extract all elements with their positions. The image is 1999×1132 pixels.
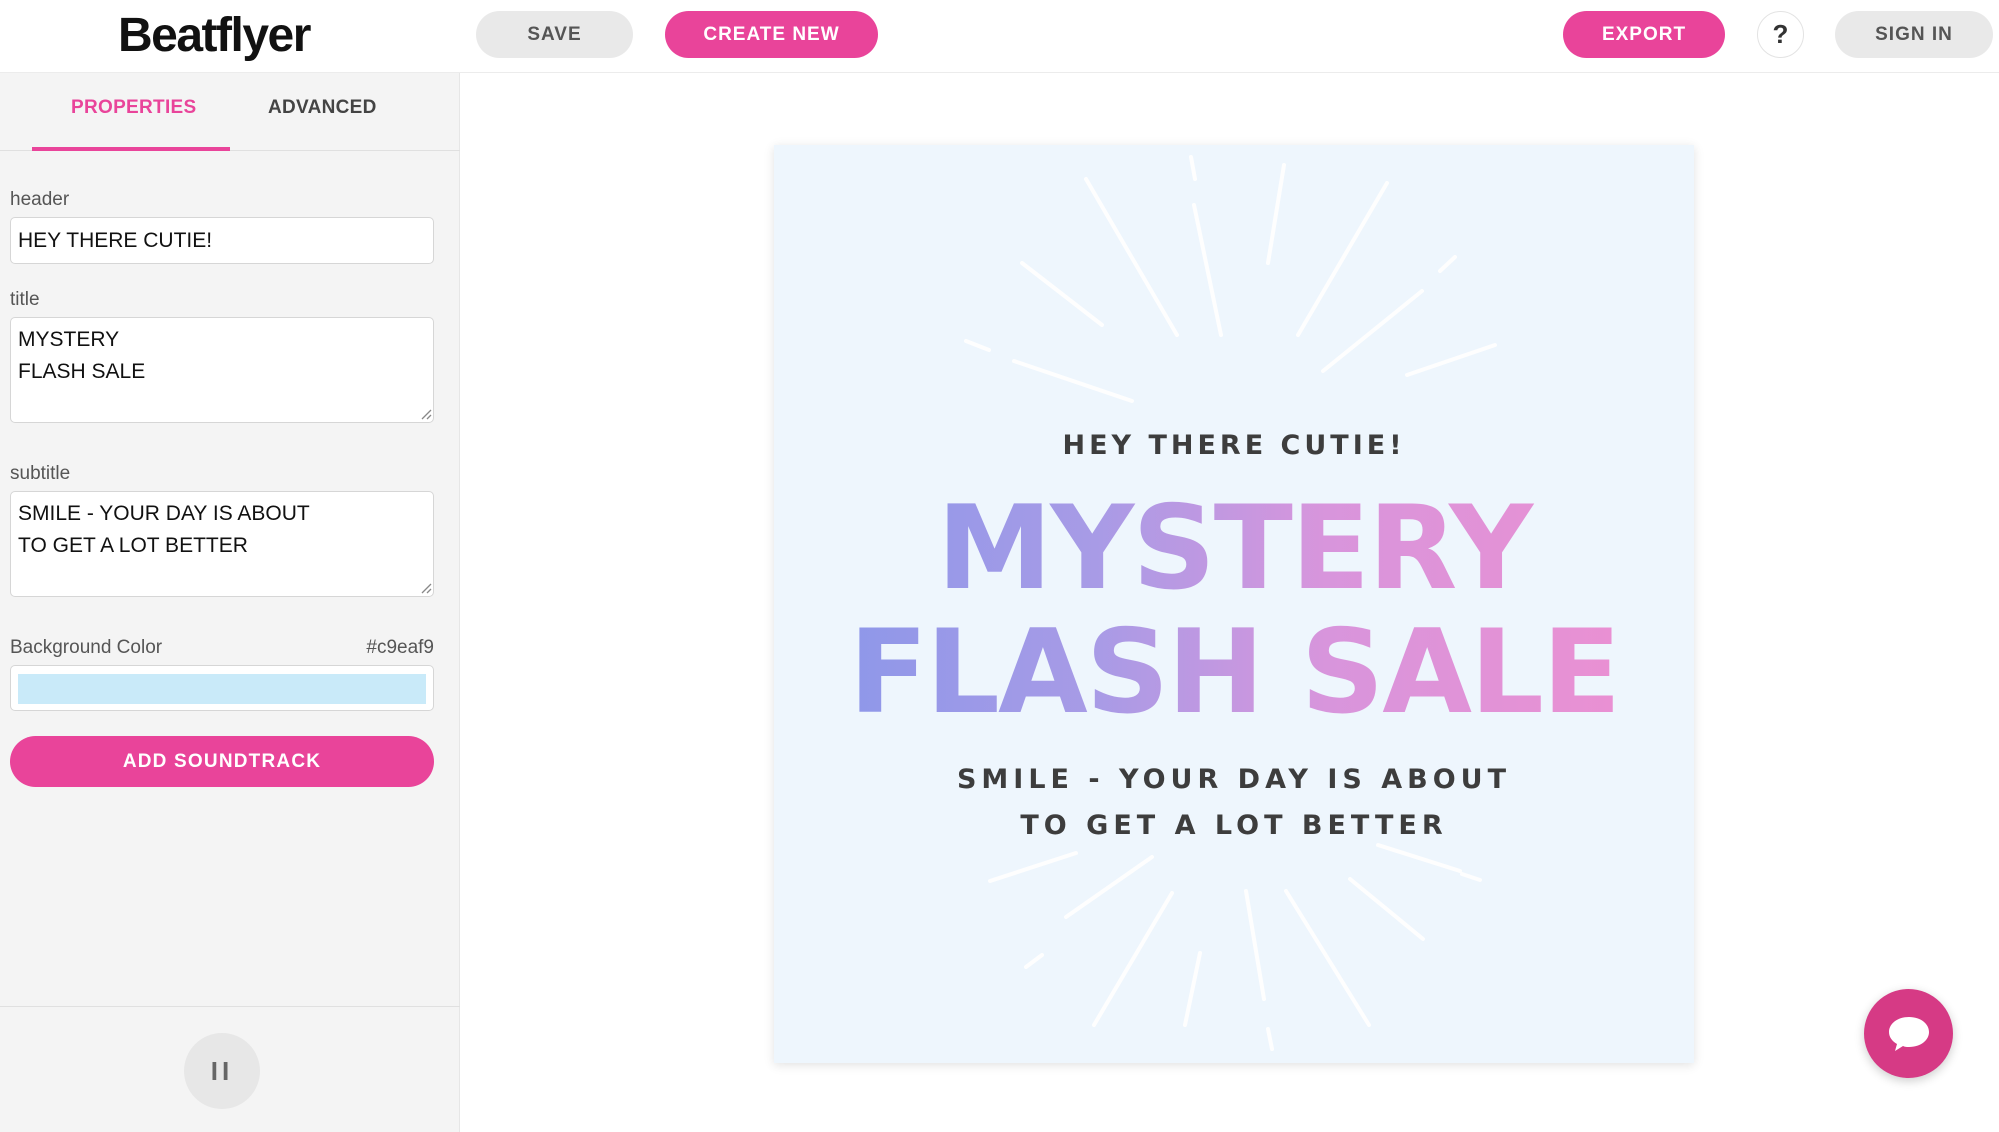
app-logo[interactable]: Beatflyer xyxy=(118,8,311,63)
sidebar-tabs: PROPERTIES ADVANCED xyxy=(0,73,460,151)
title-label: title xyxy=(10,289,40,310)
subtitle-textarea[interactable] xyxy=(10,491,434,597)
color-swatch xyxy=(18,674,426,704)
save-button[interactable]: SAVE xyxy=(476,11,633,58)
help-icon: ? xyxy=(1772,19,1789,49)
add-soundtrack-button[interactable]: ADD SOUNDTRACK xyxy=(10,736,434,787)
flyer-canvas[interactable]: HEY THERE CUTIE! MYSTERY FLASH SALE SMIL… xyxy=(774,145,1694,1063)
sidebar-divider xyxy=(0,1006,460,1007)
top-bar: Beatflyer SAVE CREATE NEW EXPORT ? SIGN … xyxy=(0,0,1999,73)
pause-icon: II xyxy=(210,1055,234,1086)
background-color-picker[interactable] xyxy=(10,665,434,711)
export-button[interactable]: EXPORT xyxy=(1563,11,1725,58)
flyer-header-text: HEY THERE CUTIE! xyxy=(1062,430,1406,461)
background-color-label: Background Color xyxy=(10,637,163,658)
flyer-title-text: MYSTERY FLASH SALE xyxy=(774,487,1694,735)
create-new-button[interactable]: CREATE NEW xyxy=(665,11,878,58)
tab-properties[interactable]: PROPERTIES xyxy=(71,97,196,119)
tab-advanced[interactable]: ADVANCED xyxy=(268,97,377,119)
resize-handle-icon[interactable] xyxy=(418,406,432,420)
properties-sidebar: PROPERTIES ADVANCED header title subtitl… xyxy=(0,73,460,1132)
background-color-value: #c9eaf9 xyxy=(366,637,434,658)
title-textarea[interactable] xyxy=(10,317,434,423)
header-label: header xyxy=(10,189,70,210)
pause-button[interactable]: II xyxy=(184,1033,260,1109)
header-input[interactable] xyxy=(10,217,434,264)
flyer-subtitle-text: SMILE - YOUR DAY IS ABOUT TO GET A LOT B… xyxy=(956,764,1511,841)
chat-button[interactable] xyxy=(1864,989,1953,1078)
sign-in-button[interactable]: SIGN IN xyxy=(1835,11,1993,58)
chat-bubble-icon xyxy=(1888,1016,1929,1051)
help-button[interactable]: ? xyxy=(1757,11,1804,58)
resize-handle-icon[interactable] xyxy=(418,580,432,594)
active-tab-indicator xyxy=(32,147,230,151)
subtitle-label: subtitle xyxy=(10,463,71,484)
